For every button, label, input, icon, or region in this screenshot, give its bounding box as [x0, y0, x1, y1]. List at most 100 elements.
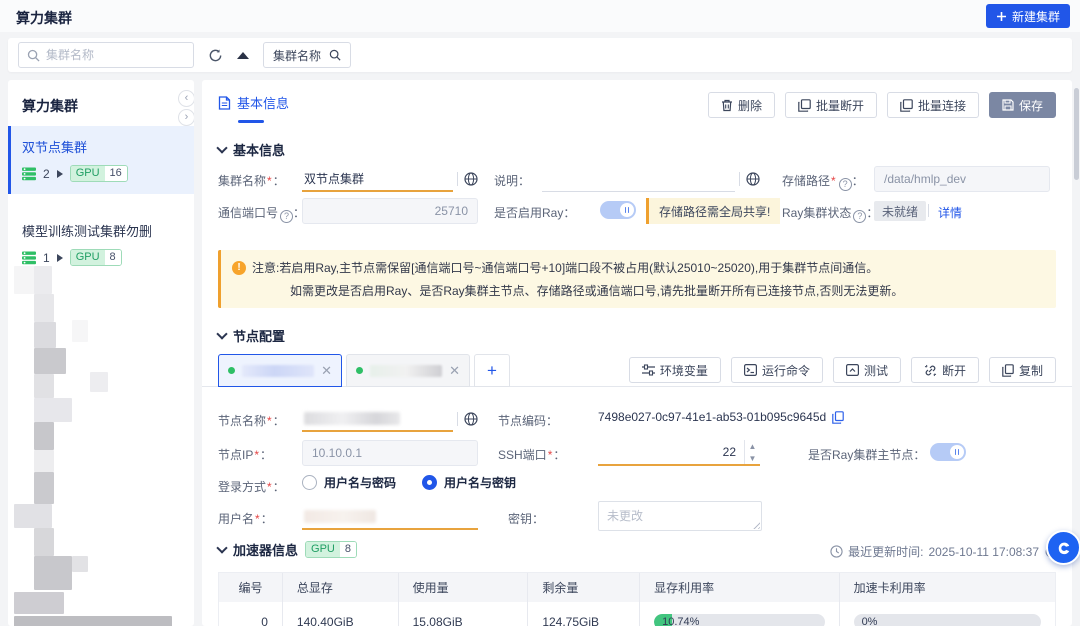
- cluster-name-label: 集群名称: [218, 172, 285, 189]
- chevron-down-icon: [216, 142, 227, 153]
- play-icon[interactable]: [57, 170, 63, 178]
- clock-icon: [830, 545, 843, 558]
- cluster-search-box[interactable]: [18, 42, 194, 68]
- title-bar: 算力集群 新建集群: [0, 0, 1080, 32]
- globe-icon[interactable]: [464, 412, 478, 426]
- last-updated: 最近更新时间: 2025-10-11 17:08:37: [830, 543, 1058, 560]
- radio-username-key[interactable]: 用户名与密钥: [422, 474, 516, 491]
- redacted-node-name: [304, 412, 400, 425]
- question-icon[interactable]: ?: [280, 210, 293, 223]
- radio-unchecked-icon: [302, 475, 317, 490]
- section-node-config[interactable]: 节点配置: [218, 326, 285, 345]
- secret-textarea[interactable]: 未更改: [598, 501, 762, 531]
- ray-status-detail-link[interactable]: 详情: [938, 204, 962, 221]
- ray-master-toggle[interactable]: [930, 443, 966, 461]
- sidebar-title: 算力集群: [8, 80, 194, 126]
- save-button[interactable]: 保存: [989, 92, 1056, 118]
- ssh-port-label: SSH端口: [498, 446, 565, 463]
- gpu-badge: GPU 8: [70, 249, 122, 266]
- cluster-name: 双节点集群: [22, 137, 182, 156]
- search-toolbar: 集群名称: [8, 38, 1072, 72]
- node-ip-label: 节点IP: [218, 446, 272, 463]
- node-code-value: 7498e027-0c97-41e1-ab53-01b095c9645d: [598, 410, 844, 424]
- disconnect-button[interactable]: 断开: [911, 357, 979, 383]
- add-node-tab-button[interactable]: +: [474, 354, 510, 387]
- refresh-icon[interactable]: [208, 48, 223, 63]
- delete-button[interactable]: 删除: [708, 92, 775, 118]
- new-cluster-button[interactable]: 新建集群: [986, 4, 1070, 28]
- redacted-username: [304, 510, 376, 523]
- globe-icon[interactable]: [464, 172, 478, 186]
- table-row: 0 140.40GiB 15.08GiB 124.75GiB 10.74% 0%: [219, 602, 1055, 626]
- number-stepper[interactable]: ▲▼: [744, 440, 760, 464]
- toggle-pause-icon: [620, 203, 634, 217]
- save-icon: [1002, 99, 1014, 111]
- notice-line-2: 如需更改是否启用Ray、是否Ray集群主节点、存储路径或通信端口号,请先批量断开…: [290, 282, 903, 299]
- tab-basic-info[interactable]: 基本信息: [218, 93, 289, 112]
- server-icon: [22, 251, 36, 265]
- node-name-field[interactable]: [302, 406, 478, 432]
- description-label: 说明: [494, 172, 530, 189]
- close-icon[interactable]: ✕: [321, 364, 332, 377]
- node-tab-1[interactable]: ✕: [218, 354, 342, 387]
- copy-blue-icon[interactable]: [832, 411, 844, 424]
- env-vars-button[interactable]: 环境变量: [629, 357, 721, 383]
- section-basic-info[interactable]: 基本信息: [218, 140, 285, 159]
- search-icon: [27, 49, 40, 62]
- username-label: 用户名: [218, 510, 273, 527]
- storage-path-input: /data/hmlp_dev: [874, 166, 1050, 192]
- globe-icon[interactable]: [746, 172, 760, 186]
- sort-field-chip[interactable]: 集群名称: [263, 42, 351, 68]
- search-input[interactable]: [46, 48, 185, 62]
- question-icon[interactable]: ?: [839, 178, 852, 191]
- node-tab-2[interactable]: ✕: [346, 354, 470, 387]
- status-dot-icon: [228, 367, 235, 374]
- node-count: 1: [43, 251, 50, 265]
- assistant-widget-button[interactable]: [1046, 530, 1080, 565]
- notice-banner: ! 注意:若启用Ray,主节点需保留[通信端口号~通信端口号+10]端口段不被占…: [218, 250, 1056, 308]
- username-field[interactable]: [302, 504, 478, 530]
- window-icon: [846, 364, 859, 376]
- page-title: 算力集群: [16, 8, 72, 28]
- redacted-node-name: [242, 365, 314, 377]
- collapse-arrow-icon[interactable]: [237, 52, 249, 59]
- close-icon[interactable]: ✕: [449, 364, 460, 377]
- batch-windows-icon: [900, 99, 913, 112]
- run-command-button[interactable]: 运行命令: [731, 357, 823, 383]
- radio-checked-icon: [422, 475, 437, 490]
- document-icon: [218, 96, 231, 110]
- batch-disconnect-button[interactable]: 批量断开: [785, 92, 877, 118]
- server-icon: [22, 167, 36, 181]
- main-panel: 基本信息 删除 批量断开 批量连接 保存: [202, 80, 1072, 626]
- cluster-sidebar: 算力集群 ‹ › 双节点集群 2 GPU 16 模型训练测试集群勿删 1 GPU: [8, 80, 194, 626]
- card-util-bar: 0%: [854, 614, 1041, 626]
- ssh-port-stepper[interactable]: 22 ▲▼: [598, 440, 760, 466]
- comm-port-input: 25710: [302, 198, 478, 224]
- trash-icon: [721, 99, 733, 112]
- collapse-left-icon[interactable]: ‹: [178, 90, 194, 107]
- sidebar-item-cluster-1[interactable]: 双节点集群 2 GPU 16: [8, 126, 194, 194]
- storage-path-label: 存储路径?: [782, 172, 864, 191]
- question-icon[interactable]: ?: [853, 210, 866, 223]
- storage-share-note: 存储路径需全局共享!: [646, 198, 780, 224]
- memory-util-bar: 10.74%: [654, 614, 824, 626]
- warning-icon: !: [232, 261, 246, 275]
- batch-connect-button[interactable]: 批量连接: [887, 92, 979, 118]
- assistant-logo-icon: [1054, 538, 1073, 557]
- ray-status-badge: 未就绪: [874, 201, 926, 221]
- scrollbar-thumb[interactable]: [1074, 88, 1079, 180]
- description-field[interactable]: [542, 166, 760, 192]
- play-icon[interactable]: [57, 254, 63, 262]
- expand-right-icon[interactable]: ›: [178, 109, 194, 126]
- cluster-name-field[interactable]: 双节点集群: [302, 166, 478, 192]
- copy-button[interactable]: 复制: [989, 357, 1056, 383]
- radio-username-password[interactable]: 用户名与密码: [302, 474, 396, 491]
- ray-enable-toggle[interactable]: [600, 201, 636, 219]
- node-count: 2: [43, 167, 50, 181]
- ray-master-label: 是否Ray集群主节点: [808, 446, 925, 463]
- test-button[interactable]: 测试: [833, 357, 901, 383]
- table-header-row: 编号 总显存 使用量 剩余量 显存利用率 加速卡利用率: [219, 573, 1055, 602]
- terminal-icon: [744, 364, 757, 376]
- sliders-icon: [642, 364, 655, 376]
- section-accelerator[interactable]: 加速器信息 GPU 8: [218, 540, 357, 559]
